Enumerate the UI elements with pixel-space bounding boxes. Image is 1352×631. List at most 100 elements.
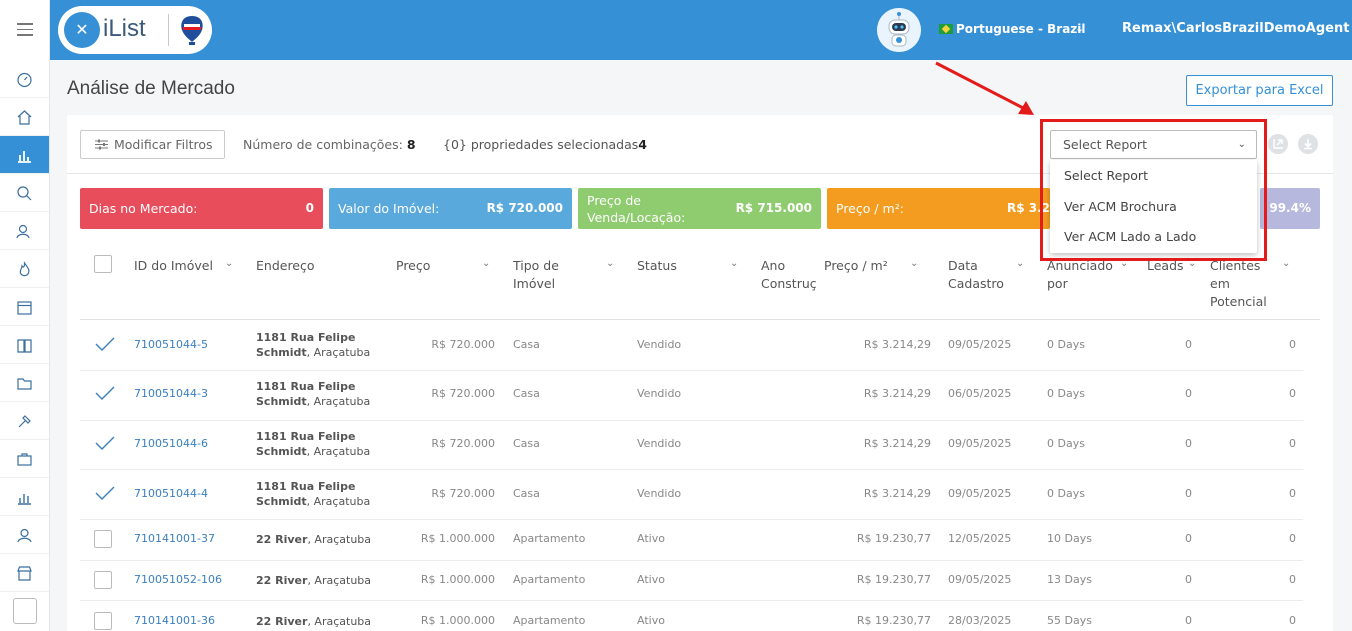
folder-icon <box>17 378 32 390</box>
col-header-type[interactable]: Tipo de Imóvel <box>513 257 593 293</box>
col-header-price-m2[interactable]: Preço / m² <box>824 257 888 275</box>
row-divider <box>80 420 1303 421</box>
property-id-link[interactable]: 710051044-5 <box>134 338 208 351</box>
chevron-down-icon[interactable]: ⌄ <box>606 258 614 269</box>
chevron-down-icon[interactable]: ⌄ <box>1188 258 1196 269</box>
select-all-checkbox[interactable] <box>94 255 112 273</box>
listing-date: 09/05/2025 <box>948 338 1012 351</box>
export-excel-button[interactable]: Exportar para Excel <box>1186 75 1333 106</box>
address-street: 22 River <box>256 574 308 587</box>
property-type: Apartamento <box>513 532 586 545</box>
card-price-per-m2: Preço / m²: R$ 3.2 <box>827 188 1050 229</box>
property-id-link[interactable]: 710051052-106 <box>134 573 222 586</box>
price-per-m2: R$ 19.230,77 <box>856 614 931 627</box>
leads-count: 0 <box>1185 338 1192 351</box>
property-address: 1181 Rua Felipe Schmidt, Araçatuba <box>256 379 376 409</box>
row-checkbox[interactable] <box>94 571 112 589</box>
menu-toggle[interactable] <box>0 0 50 60</box>
col-header-year-built[interactable]: Ano Construção <box>761 257 816 293</box>
sidebar-item-home[interactable] <box>0 98 49 136</box>
logo[interactable]: ✕ iList <box>58 6 212 54</box>
flame-icon <box>19 261 30 277</box>
property-id-link[interactable]: 710141001-37 <box>134 532 215 545</box>
col-header-listed-by[interactable]: Anunciado por <box>1047 257 1127 293</box>
property-address: 1181 Rua Felipe Schmidt, Araçatuba <box>256 330 376 360</box>
address-street: 22 River <box>256 533 308 546</box>
selected-properties: {0} propriedades selecionadas4 <box>443 137 647 152</box>
sidebar-item-store[interactable] <box>0 554 49 592</box>
speedometer-icon <box>17 72 32 88</box>
property-id-link[interactable]: 710051044-6 <box>134 437 208 450</box>
sidebar-item-contacts[interactable] <box>0 212 49 250</box>
hamburger-icon <box>17 23 33 36</box>
col-header-price[interactable]: Preço <box>396 257 430 275</box>
property-status: Ativo <box>637 573 665 586</box>
price-per-m2: R$ 3.214,29 <box>863 437 931 450</box>
chevron-down-icon[interactable]: ⌄ <box>225 258 233 269</box>
chevron-down-icon[interactable]: ⌄ <box>1075 22 1084 35</box>
checkmark-icon[interactable] <box>95 435 115 451</box>
property-address: 1181 Rua Felipe Schmidt, Araçatuba <box>256 429 376 459</box>
property-price: R$ 720.000 <box>431 437 495 450</box>
sidebar-item-folders[interactable] <box>0 364 49 402</box>
language-selector[interactable]: Portuguese - Brazil <box>939 22 1086 36</box>
row-checkbox[interactable] <box>94 530 112 548</box>
property-id-link[interactable]: 710141001-36 <box>134 614 215 627</box>
property-status: Vendido <box>637 437 682 450</box>
modify-filters-button[interactable]: Modificar Filtros <box>80 130 225 159</box>
sidebar-item-dashboard[interactable] <box>0 60 49 98</box>
listed-days: 0 Days <box>1047 487 1085 500</box>
chevron-down-icon[interactable]: ⌄ <box>482 258 490 269</box>
row-divider <box>80 469 1303 470</box>
col-header-address[interactable]: Endereço <box>256 257 315 275</box>
address-street: 22 River <box>256 615 308 628</box>
external-link-icon[interactable] <box>1268 134 1288 154</box>
card-label: Valor do Imóvel: <box>338 201 440 216</box>
sidebar-item-profile[interactable] <box>0 516 49 554</box>
chevron-down-icon[interactable]: ⌄ <box>730 258 738 269</box>
search-icon <box>17 186 32 201</box>
property-id-link[interactable]: 710051044-4 <box>134 487 208 500</box>
sidebar-item-hot-leads[interactable] <box>0 250 49 288</box>
sidebar-item-reports[interactable] <box>0 478 49 516</box>
property-type: Apartamento <box>513 573 586 586</box>
chevron-down-icon[interactable]: ⌄ <box>1282 258 1290 269</box>
sidebar-item-calendar[interactable] <box>0 288 49 326</box>
col-header-id[interactable]: ID do Imóvel <box>134 257 213 275</box>
price-per-m2: R$ 3.214,29 <box>863 387 931 400</box>
checkmark-icon[interactable] <box>95 485 115 501</box>
property-id-link[interactable]: 710051044-3 <box>134 387 208 400</box>
address-city: , Araçatuba <box>306 495 371 508</box>
row-divider <box>80 519 1303 520</box>
sidebar-item-market-analysis[interactable] <box>0 136 49 174</box>
address-city: , Araçatuba <box>307 615 372 628</box>
col-header-potential-clients[interactable]: Clientes em Potencial <box>1210 257 1280 311</box>
col-header-status[interactable]: Status <box>637 257 677 275</box>
listing-date: 09/05/2025 <box>948 437 1012 450</box>
potential-clients-count: 0 <box>1289 338 1296 351</box>
user-name[interactable]: Remax\CarlosBrazilDemoAgent <box>1122 21 1349 36</box>
sidebar-item-tools[interactable] <box>0 402 49 440</box>
mobile-phone-icon[interactable] <box>13 598 37 624</box>
download-icon[interactable] <box>1298 134 1318 154</box>
chevron-down-icon[interactable]: ⌄ <box>1120 258 1128 269</box>
checkmark-icon[interactable] <box>95 336 115 352</box>
checkmark-icon[interactable] <box>95 385 115 401</box>
price-per-m2: R$ 3.214,29 <box>863 487 931 500</box>
leads-count: 0 <box>1185 614 1192 627</box>
col-header-leads[interactable]: Leads <box>1147 257 1184 275</box>
sidebar-item-business[interactable] <box>0 440 49 478</box>
leads-count: 0 <box>1185 532 1192 545</box>
chevron-down-icon[interactable]: ⌄ <box>1016 258 1024 269</box>
sidebar-item-search[interactable] <box>0 174 49 212</box>
listing-date: 12/05/2025 <box>948 532 1012 545</box>
listed-days: 0 Days <box>1047 387 1085 400</box>
row-checkbox[interactable] <box>94 612 112 630</box>
potential-clients-count: 0 <box>1289 573 1296 586</box>
price-per-m2: R$ 19.230,77 <box>856 532 931 545</box>
sidebar-item-library[interactable] <box>0 326 49 364</box>
chevron-down-icon[interactable]: ⌄ <box>910 258 918 269</box>
col-header-date[interactable]: Data Cadastro <box>948 257 1013 293</box>
robot-assistant-icon[interactable] <box>877 8 921 52</box>
logo-text: iList <box>103 15 146 42</box>
